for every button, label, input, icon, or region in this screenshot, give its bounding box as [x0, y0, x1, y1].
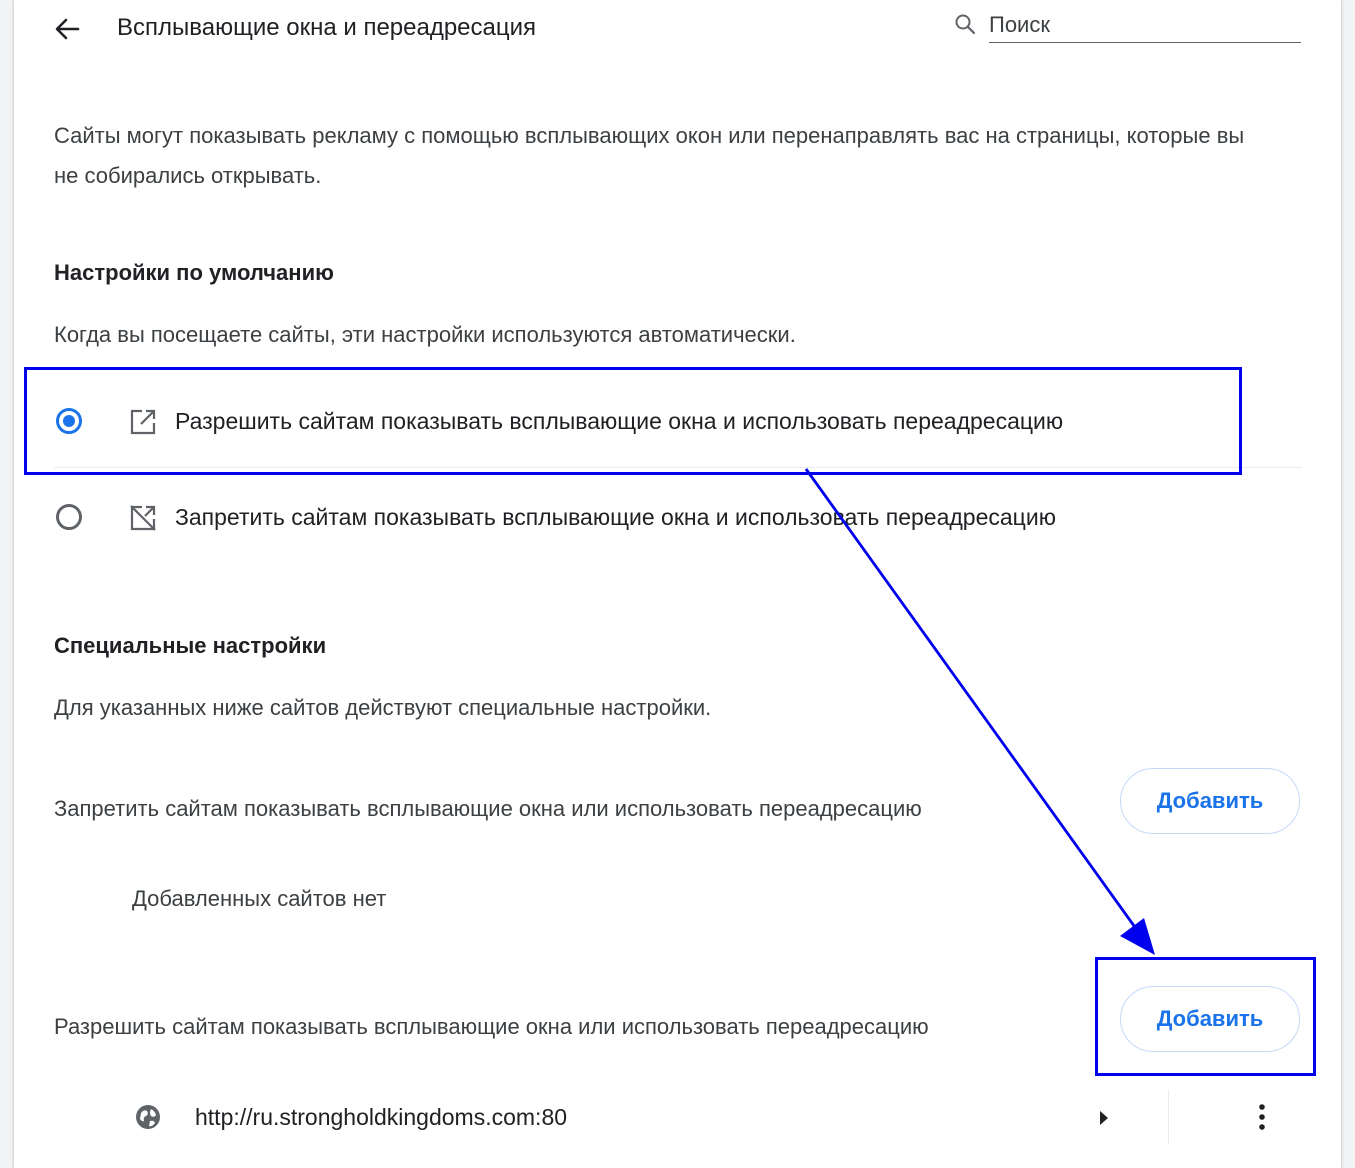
open-in-new-off-icon — [130, 505, 156, 531]
add-block-site-button[interactable]: Добавить — [1120, 768, 1300, 834]
block-list-empty-text: Добавленных сайтов нет — [132, 886, 387, 911]
page-description: Сайты могут показывать рекламу с помощью… — [54, 123, 1245, 188]
expand-arrow-icon[interactable] — [1098, 1110, 1110, 1126]
more-vert-icon[interactable] — [1252, 1102, 1272, 1132]
default-settings-title: Настройки по умолчанию — [54, 260, 334, 285]
radio-option-block[interactable]: Запретить сайтам показывать всплывающие … — [54, 502, 1300, 532]
row-separator — [1168, 1090, 1169, 1144]
default-settings-subtitle: Когда вы посещаете сайты, эти настройки … — [54, 322, 796, 347]
annotation-box-add-button — [1095, 957, 1316, 1076]
custom-settings-title: Специальные настройки — [54, 633, 327, 658]
arrow-left-icon — [55, 18, 80, 40]
radio-button-block[interactable] — [56, 504, 82, 530]
search-icon[interactable] — [953, 12, 977, 36]
annotation-box-allow-option — [24, 367, 1242, 475]
allow-list-label: Разрешить сайтам показывать всплывающие … — [54, 1014, 929, 1039]
search-input[interactable] — [989, 8, 1301, 43]
block-list-label: Запретить сайтам показывать всплывающие … — [54, 796, 922, 821]
site-url: http://ru.strongholdkingdoms.com:80 — [195, 1104, 568, 1130]
page-title: Всплывающие окна и переадресация — [117, 14, 537, 41]
custom-settings-subtitle: Для указанных ниже сайтов действуют спец… — [54, 695, 712, 720]
site-row[interactable]: http://ru.strongholdkingdoms.com:80 — [120, 1090, 1300, 1144]
back-button[interactable] — [52, 14, 82, 44]
globe-icon — [136, 1105, 160, 1129]
radio-label-block: Запретить сайтам показывать всплывающие … — [175, 504, 1056, 530]
